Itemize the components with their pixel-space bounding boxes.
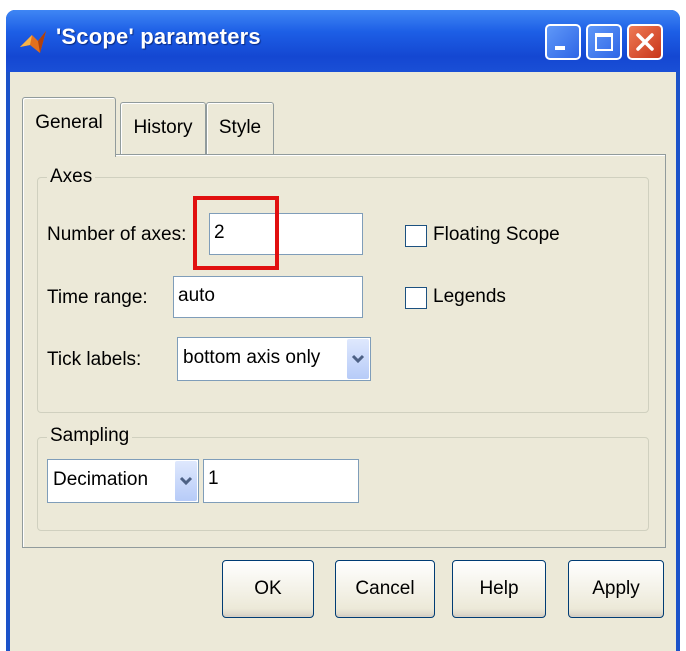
num-axes-label: Number of axes:	[47, 224, 187, 245]
help-button[interactable]: Help	[452, 560, 546, 618]
maximize-icon	[595, 33, 613, 51]
ok-button[interactable]: OK	[222, 560, 314, 618]
dropdown-arrow[interactable]	[347, 339, 369, 379]
dropdown-arrow[interactable]	[175, 461, 197, 501]
close-icon	[636, 33, 654, 51]
tab-label: History	[133, 117, 193, 138]
matlab-icon	[20, 31, 46, 53]
tick-labels-value: bottom axis only	[183, 347, 321, 368]
cancel-button[interactable]: Cancel	[335, 560, 435, 618]
highlight-annotation	[193, 196, 279, 270]
legends-checkbox[interactable]	[405, 287, 427, 309]
title-bar[interactable]: 'Scope' parameters	[6, 10, 680, 72]
tab-label: General	[35, 112, 103, 133]
tab-style[interactable]: Style	[206, 102, 274, 154]
tab-general[interactable]: General	[22, 97, 116, 157]
axes-group-label: Axes	[47, 166, 96, 188]
time-range-label: Time range:	[47, 287, 148, 308]
sampling-group-label: Sampling	[47, 425, 133, 447]
floating-scope-label: Floating Scope	[433, 224, 560, 245]
sampling-mode-select[interactable]: Decimation	[47, 459, 199, 503]
minimize-icon	[555, 46, 565, 50]
minimize-button[interactable]	[545, 24, 581, 60]
maximize-button[interactable]	[586, 24, 622, 60]
close-button[interactable]	[627, 24, 663, 60]
window-title: 'Scope' parameters	[56, 24, 261, 49]
chevron-down-icon	[351, 354, 365, 364]
floating-scope-checkbox[interactable]	[405, 225, 427, 247]
chevron-down-icon	[179, 476, 193, 486]
tab-history[interactable]: History	[120, 102, 206, 154]
time-range-input[interactable]: auto	[173, 276, 363, 318]
tab-label: Style	[218, 117, 262, 138]
dialog-window: 'Scope' parameters General History Style…	[6, 10, 680, 651]
legends-label: Legends	[433, 286, 506, 307]
sampling-mode-value: Decimation	[53, 469, 149, 490]
apply-button[interactable]: Apply	[568, 560, 664, 618]
tick-labels-select[interactable]: bottom axis only	[177, 337, 371, 381]
tab-panel-general: Axes Number of axes: 2 Time range: auto …	[22, 154, 666, 548]
decimation-factor-input[interactable]: 1	[203, 459, 359, 503]
tick-labels-label: Tick labels:	[47, 349, 142, 370]
